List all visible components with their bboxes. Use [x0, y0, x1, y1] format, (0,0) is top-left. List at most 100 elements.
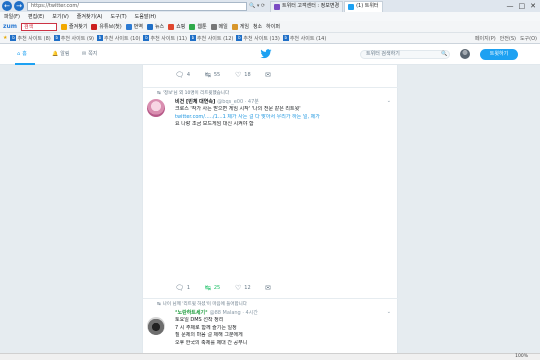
favorites-item[interactable]: b 추천 사이트 (13) — [236, 35, 280, 42]
tweet-menu-chevron-icon[interactable]: ⌄ — [387, 309, 391, 315]
menu-view[interactable]: 보기(V) — [52, 13, 69, 20]
menu-bar: 파일(F) 편집(E) 보기(V) 즐겨찾기(A) 도구(T) 도움말(H) — [0, 12, 540, 21]
tweet-menu-chevron-icon[interactable]: ⌄ — [387, 98, 391, 104]
tab-label: 트위터 고객센터 : 정보변경 — [282, 3, 340, 9]
tweet-body: 토요일 DMS 선착 정리 7 시 주제로 함께 즐기는 일정 질 문제의 마음… — [175, 317, 390, 347]
twitter-nav: ⌂ 홈 🔔 알림 ✉ 쪽지 트위터 검색하기 🔍 트윗하기 — [0, 44, 540, 65]
tab-favicon-icon — [348, 3, 355, 10]
tweet-line: 요 나랑 조금 보드게임 대신 시켜야 함 — [175, 121, 254, 127]
toolbar-item[interactable]: 유튜브(첫) — [91, 23, 122, 30]
dm-button[interactable]: ✉ — [265, 284, 295, 292]
browser-tab-help[interactable]: 트위터 고객센터 : 정보변경 — [270, 0, 344, 12]
menu-file[interactable]: 파일(F) — [4, 13, 20, 20]
toolbar-item[interactable]: 메일 — [210, 23, 228, 30]
maximize-icon[interactable]: □ — [519, 2, 526, 10]
page-menu[interactable]: 페이지(P) — [475, 35, 496, 42]
tweet-header: °노란하트세기° @88 Malang · 4시간 — [175, 309, 258, 316]
favorites-right-tools: 페이지(P) 안전(S) 도구(O) — [475, 35, 540, 42]
twitter-search-input[interactable]: 트위터 검색하기 — [360, 50, 450, 59]
toolbar-item[interactable]: 번역 — [125, 23, 143, 30]
bell-icon: 🔔 — [52, 50, 59, 57]
toolbar-item[interactable]: 뉴스 — [146, 23, 164, 30]
toolbar-item[interactable]: 하이퍼 — [266, 23, 280, 30]
minimize-icon[interactable]: — — [507, 2, 514, 10]
window-controls: — □ ✕ — [507, 2, 540, 10]
nav-home[interactable]: ⌂ 홈 — [17, 50, 27, 58]
toolbar-search-input[interactable]: 검색 — [21, 22, 58, 31]
favorites-item[interactable]: b 추천 사이트 (14) — [282, 35, 326, 42]
favorites-item[interactable]: b 추천 사이트 (9) — [53, 35, 94, 42]
favorites-item-icon: b — [189, 35, 196, 41]
retweet-button[interactable]: ↹ 25 — [205, 284, 235, 292]
menu-help[interactable]: 도움말(H) — [135, 13, 156, 20]
tweet-meta[interactable]: @88 Malang · 4시간 — [210, 310, 258, 316]
favorites-item-icon: b — [10, 35, 17, 41]
favorites-item-icon: b — [53, 35, 60, 41]
toolbar-item-icon — [125, 23, 132, 30]
favorites-bar: ★ b 추천 사이트 (8) b 추천 사이트 (9) b 추천 사이트 (10) b… — [0, 33, 540, 44]
nav-notifications[interactable]: 🔔 알림 — [52, 50, 69, 58]
safety-menu[interactable]: 안전(S) — [500, 35, 516, 42]
browser-tab-twitter[interactable]: (1) 트위터 — [344, 0, 383, 12]
heart-icon: ♡ — [235, 71, 242, 79]
like-button[interactable]: ♡ 18 — [235, 71, 265, 79]
profile-avatar[interactable] — [460, 49, 470, 59]
menu-tools[interactable]: 도구(T) — [111, 13, 127, 20]
zum-logo[interactable]: zum — [3, 23, 17, 30]
menu-favorites[interactable]: 즐겨찾기(A) — [77, 13, 103, 20]
toolbar-item-icon — [146, 23, 153, 30]
toolbar-item[interactable]: 즐겨찾기 — [61, 23, 87, 30]
back-button[interactable]: ← — [2, 1, 12, 11]
retweet-context[interactable]: ↹ 나이 님께 '리트윗 하셨'이 마음에 들어합니다 — [157, 301, 247, 307]
retweet-context[interactable]: ↹ '정보'님 외 10명이 리트윗했습니다 — [157, 90, 229, 96]
toolbar-item-icon — [210, 23, 217, 30]
tools-menu[interactable]: 도구(O) — [520, 35, 537, 42]
twitter-bird-icon[interactable] — [260, 48, 272, 60]
zoom-level[interactable]: 100% — [515, 354, 528, 359]
tweet-meta[interactable]: @bqs_e00 · 47분 — [217, 99, 259, 105]
tweet-separator — [143, 87, 399, 88]
favorites-star-icon[interactable]: ★ — [3, 35, 7, 41]
tweet-avatar[interactable] — [147, 99, 165, 117]
tweet-link-line[interactable]: twitter.com/...../1...1 제가 사는 걸 다 맞아서 우리… — [175, 114, 390, 122]
home-icon: ⌂ — [17, 50, 21, 57]
favorites-item-icon: b — [143, 35, 150, 41]
reply-button[interactable]: 🗨 4 — [175, 71, 205, 79]
forward-button[interactable]: → — [14, 1, 24, 11]
tweet-button[interactable]: 트윗하기 — [480, 49, 518, 60]
search-icon[interactable]: 🔍 — [441, 51, 447, 57]
envelope-icon: ✉ — [265, 284, 271, 292]
reply-icon: 🗨 — [175, 284, 184, 292]
toolbar-item[interactable]: 청소 — [253, 23, 262, 30]
heart-icon: ♡ — [235, 284, 242, 292]
favorites-item-icon: b — [97, 35, 104, 41]
retweet-icon: ↹ — [157, 302, 161, 307]
tweet-separator — [143, 298, 399, 299]
tweet-line: 토요일 DMS 선착 정리 — [175, 317, 224, 323]
favorites-item[interactable]: b 추천 사이트 (10) — [97, 35, 140, 42]
close-icon[interactable]: ✕ — [530, 2, 536, 10]
favorites-item-icon: b — [236, 35, 243, 41]
favorites-item[interactable]: b 추천 사이트 (8) — [10, 35, 51, 42]
tweet-author-name[interactable]: 비건 [빈체 대연속] — [175, 99, 215, 105]
favorites-item-icon: b — [282, 35, 289, 41]
address-bar[interactable]: https://twitter.com/ — [27, 1, 247, 11]
dm-button[interactable]: ✉ — [265, 71, 295, 79]
toolbar-item[interactable]: 게임 — [231, 23, 249, 30]
tweet-line: 질 문제의 마음 걸 제해 그분에게 — [175, 332, 243, 338]
address-tools[interactable]: 🔍 ▾ ⟳ — [249, 3, 269, 9]
tweet-author-name[interactable]: °노란하트세기° — [175, 310, 208, 316]
like-button[interactable]: ♡ 12 — [235, 284, 265, 292]
menu-edit[interactable]: 편집(E) — [28, 13, 44, 20]
envelope-icon: ✉ — [82, 50, 87, 57]
reply-button[interactable]: 🗨 1 — [175, 284, 205, 292]
nav-messages[interactable]: ✉ 쪽지 — [82, 50, 97, 58]
favorites-item[interactable]: b 추천 사이트 (12) — [189, 35, 233, 42]
tweet-avatar[interactable] — [147, 317, 165, 335]
favorites-item[interactable]: b 추천 사이트 (11) — [143, 35, 187, 42]
retweet-button[interactable]: ↹ 55 — [205, 71, 235, 79]
toolbar-item-icon — [189, 23, 196, 30]
toolbar-item[interactable]: 쇼핑 — [168, 23, 185, 30]
envelope-icon: ✉ — [265, 71, 271, 79]
toolbar-item[interactable]: 웹툰 — [189, 23, 207, 30]
